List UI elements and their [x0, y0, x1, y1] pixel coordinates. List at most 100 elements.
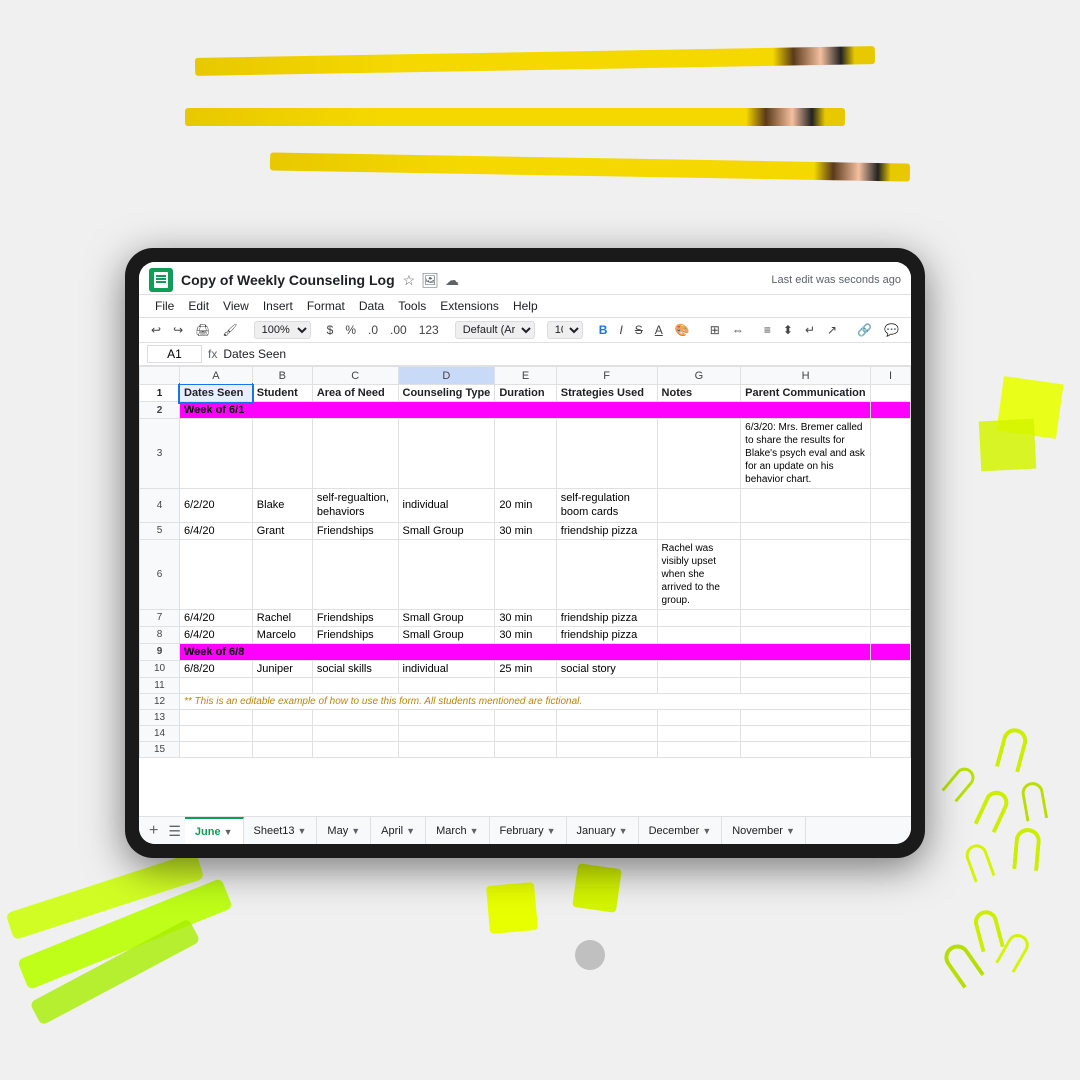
cell-E1[interactable]: Duration	[495, 385, 556, 402]
tab-may[interactable]: May ▼	[317, 817, 371, 845]
cell-G4[interactable]	[657, 489, 741, 523]
strikethrough-btn[interactable]: S	[631, 321, 647, 339]
cell-H7[interactable]	[741, 609, 871, 626]
redo-btn[interactable]: ↪	[169, 321, 187, 339]
menu-help[interactable]: Help	[507, 297, 544, 315]
cell-E15[interactable]	[495, 741, 556, 757]
cell-D13[interactable]	[398, 709, 495, 725]
cell-B15[interactable]	[252, 741, 312, 757]
cell-D6[interactable]	[398, 539, 495, 609]
undo-btn[interactable]: ↩	[147, 321, 165, 339]
cell-I7[interactable]	[871, 609, 911, 626]
cell-G7[interactable]	[657, 609, 741, 626]
cell-D14[interactable]	[398, 725, 495, 741]
wrap-btn[interactable]: ↵	[801, 321, 819, 339]
cell-H3[interactable]: 6/3/20: Mrs. Bremer called to share the …	[741, 419, 871, 489]
cell-I9[interactable]	[871, 643, 911, 660]
col-header-D[interactable]: D	[398, 367, 495, 385]
percent-btn[interactable]: %	[341, 321, 360, 339]
tab-november[interactable]: November ▼	[722, 817, 806, 845]
cell-E6[interactable]	[495, 539, 556, 609]
underline-btn[interactable]: A	[651, 321, 667, 339]
cell-F10[interactable]: social story	[556, 660, 657, 677]
cell-H11[interactable]	[741, 677, 871, 693]
cell-E8[interactable]: 30 min	[495, 626, 556, 643]
cell-E3[interactable]	[495, 419, 556, 489]
cell-F13[interactable]	[556, 709, 657, 725]
cell-B6[interactable]	[252, 539, 312, 609]
cell-I3[interactable]	[871, 419, 911, 489]
cell-B4[interactable]: Blake	[252, 489, 312, 523]
col-header-E[interactable]: E	[495, 367, 556, 385]
comment-btn[interactable]: 💬	[880, 321, 903, 339]
cell-F14[interactable]	[556, 725, 657, 741]
col-header-C[interactable]: C	[312, 367, 398, 385]
cell-B1[interactable]: Student	[252, 385, 312, 402]
cell-H13[interactable]	[741, 709, 871, 725]
cell-C11[interactable]	[312, 677, 398, 693]
cell-I12[interactable]	[871, 693, 911, 709]
cell-B7[interactable]: Rachel	[252, 609, 312, 626]
cell-I15[interactable]	[871, 741, 911, 757]
cell-C13[interactable]	[312, 709, 398, 725]
cell-E5[interactable]: 30 min	[495, 522, 556, 539]
tab-march[interactable]: March ▼	[426, 817, 489, 845]
week-header-cell-1[interactable]: Week of 6/1	[180, 402, 871, 419]
valign-btn[interactable]: ⬍	[779, 321, 797, 339]
cell-D11[interactable]	[398, 677, 495, 693]
cell-A8[interactable]: 6/4/20	[180, 626, 253, 643]
menu-file[interactable]: File	[149, 297, 180, 315]
cell-D5[interactable]: Small Group	[398, 522, 495, 539]
cell-G15[interactable]	[657, 741, 741, 757]
cell-D3[interactable]	[398, 419, 495, 489]
col-header-G[interactable]: G	[657, 367, 741, 385]
cell-E13[interactable]	[495, 709, 556, 725]
cell-C8[interactable]: Friendships	[312, 626, 398, 643]
doc-title[interactable]: Copy of Weekly Counseling Log	[181, 272, 395, 288]
paint-format-btn[interactable]: 🖌	[218, 321, 241, 339]
menu-view[interactable]: View	[217, 297, 255, 315]
tab-december[interactable]: December ▼	[639, 817, 723, 845]
cloud-icon[interactable]: ☁	[445, 272, 459, 289]
align-btn[interactable]: ≡	[760, 321, 775, 339]
print-btn[interactable]: 🖨	[191, 321, 214, 339]
cell-G13[interactable]	[657, 709, 741, 725]
menu-tools[interactable]: Tools	[392, 297, 432, 315]
borders-btn[interactable]: ⊞	[706, 321, 724, 339]
menu-extensions[interactable]: Extensions	[434, 297, 505, 315]
tab-january[interactable]: January ▼	[567, 817, 639, 845]
rotate-btn[interactable]: ↗	[823, 321, 841, 339]
cell-I10[interactable]	[871, 660, 911, 677]
col-header-I[interactable]: I	[871, 367, 911, 385]
cell-H1[interactable]: Parent Communication	[741, 385, 871, 402]
cell-B10[interactable]: Juniper	[252, 660, 312, 677]
tab-june[interactable]: June ▼	[185, 817, 244, 845]
cell-G8[interactable]	[657, 626, 741, 643]
week-header-cell-2[interactable]: Week of 6/8	[180, 643, 871, 660]
italic-btn[interactable]: I	[615, 321, 626, 339]
cell-A11[interactable]	[180, 677, 253, 693]
cell-F1[interactable]: Strategies Used	[556, 385, 657, 402]
cell-E7[interactable]: 30 min	[495, 609, 556, 626]
cell-I11[interactable]	[871, 677, 911, 693]
link-btn[interactable]: 🔗	[853, 321, 876, 339]
cell-C4[interactable]: self-regualtion, behaviors	[312, 489, 398, 523]
tab-sheet13[interactable]: Sheet13 ▼	[244, 817, 318, 845]
cell-I6[interactable]	[871, 539, 911, 609]
cell-B8[interactable]: Marcelo	[252, 626, 312, 643]
cell-H4[interactable]	[741, 489, 871, 523]
cell-C1[interactable]: Area of Need	[312, 385, 398, 402]
cell-A6[interactable]	[180, 539, 253, 609]
cell-B13[interactable]	[252, 709, 312, 725]
cell-I5[interactable]	[871, 522, 911, 539]
col-header-A[interactable]: A	[180, 367, 253, 385]
bold-btn[interactable]: B	[595, 321, 612, 339]
cell-A5[interactable]: 6/4/20	[180, 522, 253, 539]
menu-edit[interactable]: Edit	[182, 297, 215, 315]
cell-H6[interactable]	[741, 539, 871, 609]
cell-C7[interactable]: Friendships	[312, 609, 398, 626]
cell-E4[interactable]: 20 min	[495, 489, 556, 523]
cell-I2[interactable]	[871, 402, 911, 419]
cell-E11[interactable]	[495, 677, 556, 693]
cell-G10[interactable]	[657, 660, 741, 677]
